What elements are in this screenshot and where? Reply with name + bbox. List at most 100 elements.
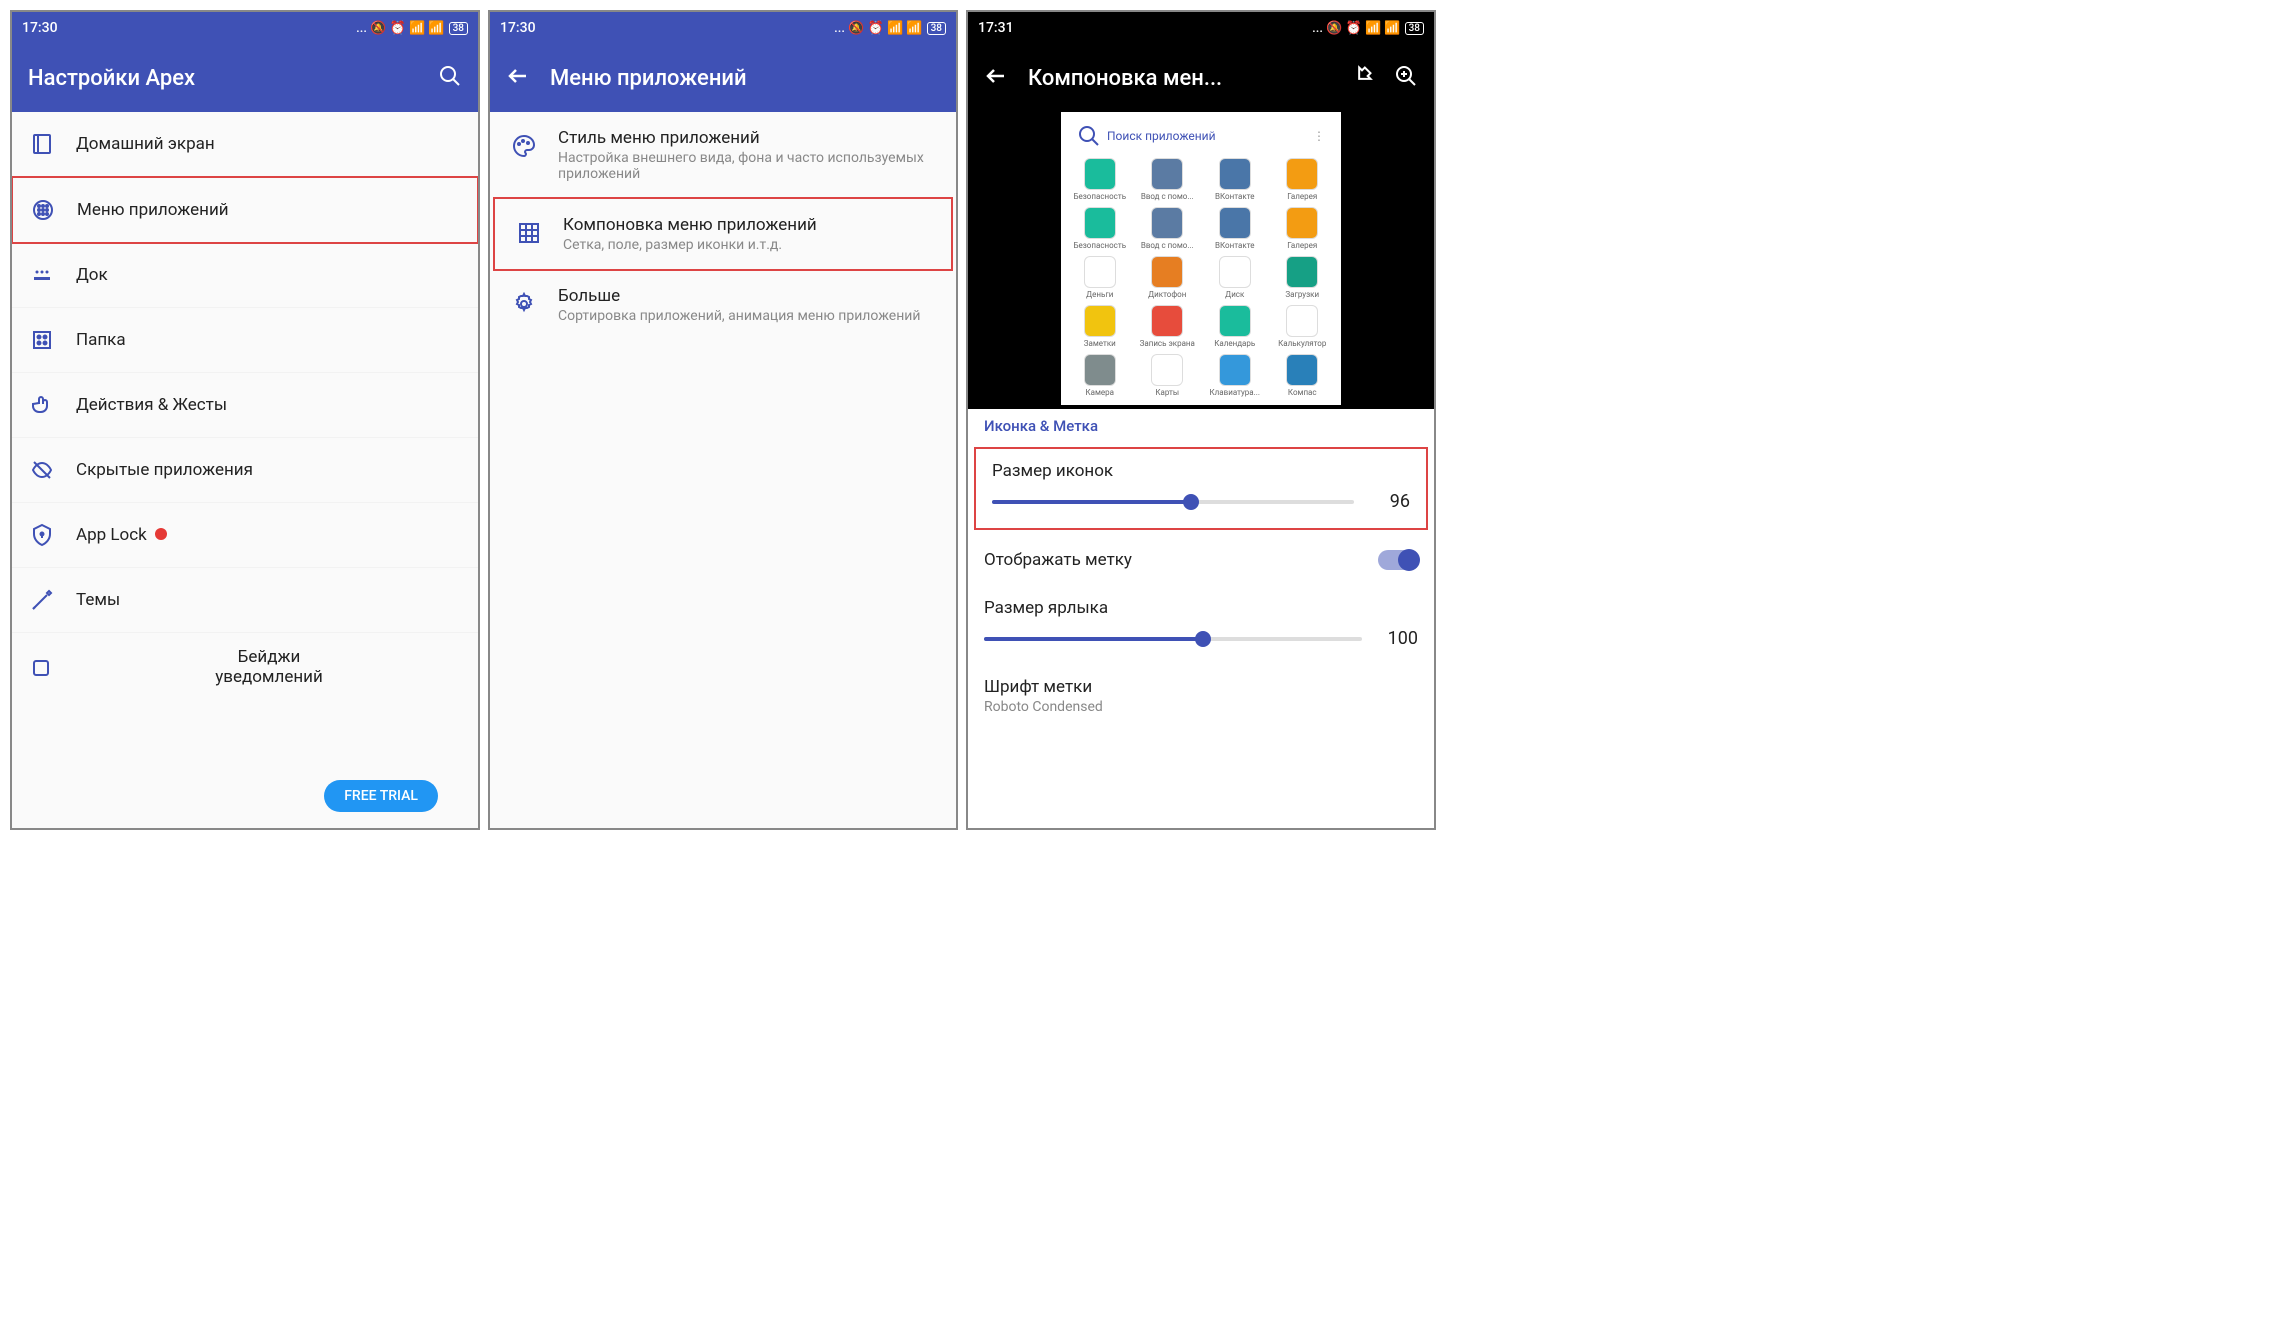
free-trial-button[interactable]: FREE TRIAL xyxy=(324,780,438,812)
notification-dot xyxy=(155,528,167,540)
setting-label-size: Размер ярлыка 100 xyxy=(968,586,1434,665)
item-badges[interactable]: Бейджи уведомлений xyxy=(12,633,478,701)
preview-app: Запись экрана xyxy=(1137,305,1199,348)
appbar: Меню приложений xyxy=(490,44,956,112)
app-drawer-icon xyxy=(29,196,57,224)
slider-value: 96 xyxy=(1370,491,1410,512)
status-icons: ... 🔕 ⏰ 📶 📶 38 xyxy=(1312,21,1424,36)
setting-label-font[interactable]: Шрифт метки Roboto Condensed xyxy=(968,665,1434,727)
item-label: Меню приложений xyxy=(77,200,461,220)
item-drawer-style[interactable]: Стиль меню приложений Настройка внешнего… xyxy=(490,112,956,198)
gestures-icon xyxy=(28,391,56,419)
lock-icon xyxy=(28,521,56,549)
item-drawer-layout[interactable]: Компоновка меню приложений Сетка, поле, … xyxy=(493,197,953,271)
themes-icon xyxy=(28,586,56,614)
preview-app: Безопасность xyxy=(1069,158,1131,201)
preview-app: Деньги xyxy=(1069,256,1131,299)
page-title: Компоновка мен... xyxy=(1028,66,1330,91)
item-subtitle: Сетка, поле, размер иконки и.т.д. xyxy=(563,237,931,253)
section-header: Иконка & Метка xyxy=(968,409,1434,443)
item-dock[interactable]: Док xyxy=(12,243,478,308)
preview-app: Клавиатура... xyxy=(1204,354,1266,397)
statusbar: 17:30 ... 🔕 ⏰ 📶 📶 38 xyxy=(490,12,956,44)
preview-app: Ввод с помо... xyxy=(1137,158,1199,201)
item-gestures[interactable]: Действия & Жесты xyxy=(12,373,478,438)
setting-label: Размер ярлыка xyxy=(984,598,1418,618)
preview-app: Диктофон xyxy=(1137,256,1199,299)
item-themes[interactable]: Темы xyxy=(12,568,478,633)
item-label: Темы xyxy=(76,590,462,610)
item-label: Папка xyxy=(76,330,462,350)
icon-size-slider[interactable] xyxy=(992,500,1354,504)
status-icons: ... 🔕 ⏰ 📶 📶 38 xyxy=(356,21,468,36)
preview-app: Безопасность xyxy=(1069,207,1131,250)
item-folder[interactable]: Папка xyxy=(12,308,478,373)
statusbar: 17:31 ... 🔕 ⏰ 📶 📶 38 xyxy=(968,12,1434,44)
item-title: Больше xyxy=(558,286,936,306)
preview-app: Камера xyxy=(1069,354,1131,397)
status-time: 17:31 xyxy=(978,20,1014,36)
item-home-screen[interactable]: Домашний экран xyxy=(12,112,478,177)
preview-app: Галерея xyxy=(1272,207,1334,250)
preview-app: Калькулятор xyxy=(1272,305,1334,348)
badges-icon xyxy=(28,653,56,681)
item-label: Действия & Жесты xyxy=(76,395,462,415)
appbar: Компоновка мен... xyxy=(968,44,1434,112)
item-label: Бейджи уведомлений xyxy=(76,647,462,687)
statusbar: 17:30 ... 🔕 ⏰ 📶 📶 38 xyxy=(12,12,478,44)
zoom-icon[interactable] xyxy=(1394,64,1418,92)
setting-label: Шрифт метки xyxy=(984,677,1418,697)
home-screen-icon xyxy=(28,130,56,158)
preview-area: Поиск приложений ⋮ БезопасностьВвод с по… xyxy=(968,112,1434,409)
preview-grid: БезопасностьВвод с помо...ВКонтактеГалер… xyxy=(1069,158,1333,397)
phone-screen-3: 17:31 ... 🔕 ⏰ 📶 📶 38 Компоновка мен... П… xyxy=(966,10,1436,830)
preview-app: Ввод с помо... xyxy=(1137,207,1199,250)
preview-app: Заметки xyxy=(1069,305,1131,348)
item-label: Док xyxy=(76,265,462,285)
item-app-lock[interactable]: App Lock xyxy=(12,503,478,568)
back-icon[interactable] xyxy=(506,64,530,92)
toggle-switch[interactable] xyxy=(1378,550,1418,570)
status-time: 17:30 xyxy=(22,20,58,36)
settings-list: Стиль меню приложений Настройка внешнего… xyxy=(490,112,956,828)
item-more[interactable]: Больше Сортировка приложений, анимация м… xyxy=(490,270,956,340)
slider-value: 100 xyxy=(1378,628,1418,649)
preview-search: Поиск приложений ⋮ xyxy=(1069,120,1333,152)
folder-icon xyxy=(28,326,56,354)
phone-screen-1: 17:30 ... 🔕 ⏰ 📶 📶 38 Настройки Apex Дома… xyxy=(10,10,480,830)
preview-app: ВКонтакте xyxy=(1204,207,1266,250)
back-icon[interactable] xyxy=(984,64,1008,92)
phone-screen-2: 17:30 ... 🔕 ⏰ 📶 📶 38 Меню приложений Сти… xyxy=(488,10,958,830)
dock-icon xyxy=(28,261,56,289)
preview-app: Галерея xyxy=(1272,158,1334,201)
item-label: Скрытые приложения xyxy=(76,460,462,480)
item-label: Домашний экран xyxy=(76,134,462,154)
search-icon[interactable] xyxy=(438,64,462,92)
status-icons: ... 🔕 ⏰ 📶 📶 38 xyxy=(834,21,946,36)
grid-icon xyxy=(515,219,543,247)
appbar: Настройки Apex xyxy=(12,44,478,112)
page-title: Меню приложений xyxy=(550,66,940,91)
page-title: Настройки Apex xyxy=(28,66,418,91)
preview-app: Компас xyxy=(1272,354,1334,397)
preview-app: ВКонтакте xyxy=(1204,158,1266,201)
label-size-slider[interactable] xyxy=(984,637,1362,641)
preview-app: Загрузки xyxy=(1272,256,1334,299)
gear-icon xyxy=(510,290,538,318)
preview-panel: Поиск приложений ⋮ БезопасностьВвод с по… xyxy=(1061,112,1341,405)
hidden-icon xyxy=(28,456,56,484)
status-time: 17:30 xyxy=(500,20,536,36)
item-title: Компоновка меню приложений xyxy=(563,215,931,235)
setting-icon-size: Размер иконок 96 xyxy=(974,447,1428,530)
setting-label: Отображать метку xyxy=(984,550,1132,570)
item-app-drawer[interactable]: Меню приложений xyxy=(12,176,478,244)
preview-app: Календарь xyxy=(1204,305,1266,348)
setting-label: Размер иконок xyxy=(992,461,1410,481)
item-subtitle: Настройка внешнего вида, фона и часто ис… xyxy=(558,150,936,182)
settings-list: Домашний экран Меню приложений Док Папка… xyxy=(12,112,478,828)
share-icon[interactable] xyxy=(1350,64,1374,92)
setting-show-label[interactable]: Отображать метку xyxy=(968,534,1434,586)
preview-app: Карты xyxy=(1137,354,1199,397)
setting-value: Roboto Condensed xyxy=(984,699,1418,715)
item-hidden-apps[interactable]: Скрытые приложения xyxy=(12,438,478,503)
